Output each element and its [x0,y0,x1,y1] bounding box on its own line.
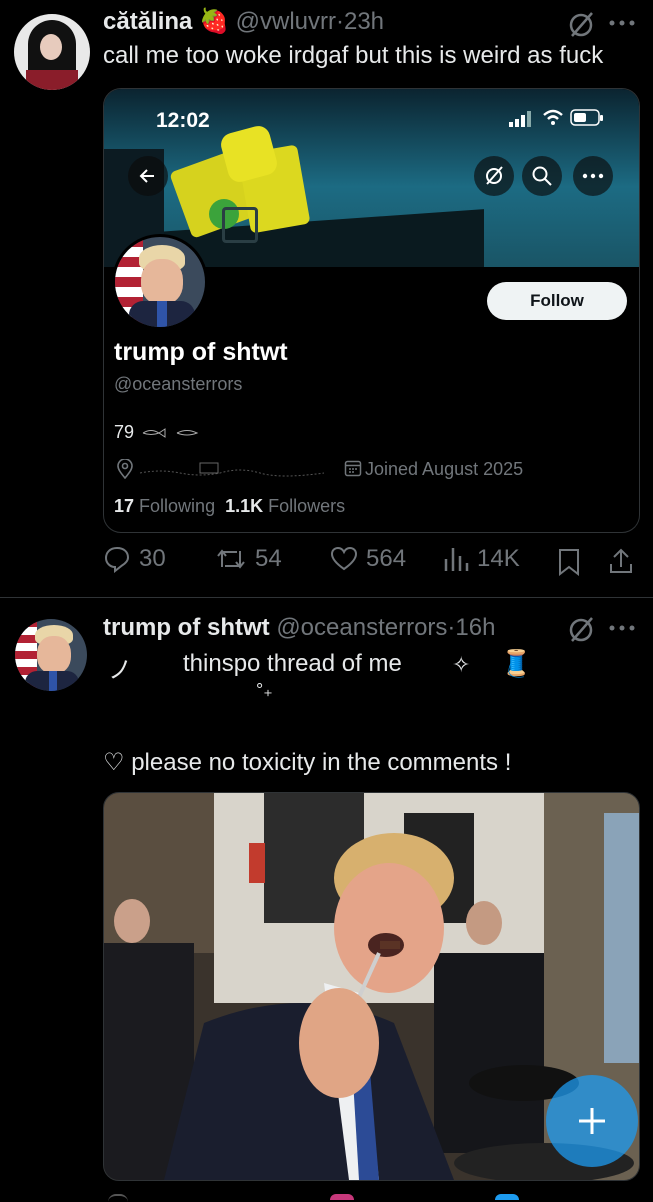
display-name[interactable]: cătălina [103,8,192,35]
avatar-catalina[interactable] [14,14,90,90]
heart-icon [330,546,358,571]
arrow-left-icon [139,169,154,183]
like-count: 564 [366,545,407,572]
profile-handle: @oceansterrors [114,374,243,394]
reply-icon [104,546,130,573]
bottom-nav [0,1190,653,1200]
like-action[interactable]: 564 [330,545,406,573]
views-icon [444,548,469,571]
views-count: 14K [477,545,520,572]
tweet2-sparkle: ✧ [452,652,471,677]
following-label: Following [139,496,216,516]
strawberry-emoji: 🍓 [199,8,229,35]
status-time: 12:02 [156,109,210,132]
tweet2-header: trump of shtwt @oceansterrors·16h [103,614,495,642]
search-icon [532,166,552,186]
thread-emoji: 🧵 [500,648,533,678]
follow-counts: 17 Following 1.1K Followers [114,496,345,517]
more-icon[interactable] [608,18,636,28]
tweet2-line1: thinspo thread of me [183,650,402,677]
location-doodle [139,461,325,484]
fish-doodle-icon [142,428,199,439]
followers-count: 1.1K [225,496,264,516]
tweet2-symbol-a: ノ [108,657,132,684]
display-name[interactable]: trump of shtwt [103,614,270,641]
search-button[interactable] [522,156,562,196]
tweet-text: call me too woke irdgaf but this is weir… [103,42,604,69]
tweet-divider [0,597,653,598]
handle[interactable]: @oceansterrors [276,614,447,641]
avatar-trump-of-shtwt[interactable] [15,619,87,691]
more-icon [582,173,604,179]
timestamp[interactable]: 16h [455,614,495,641]
tweet2-sparkle-small: °₊ [256,680,273,700]
bio-number: 79 [114,422,135,442]
profile-avatar[interactable] [112,234,208,330]
retweet-count: 54 [255,545,282,572]
heart-outline-icon: ♡ [103,749,125,776]
profile-display-name: trump of shtwt [114,338,288,366]
wifi-icon [542,109,564,127]
calendar-icon [344,459,362,477]
location-icon [116,459,134,479]
reply-count: 30 [139,545,166,572]
battery-icon [570,109,604,127]
following-link[interactable]: 17 Following [114,496,215,516]
embedded-screenshot[interactable]: 12:02 Follow trump of shtwt @oceansterro… [103,88,640,533]
separator-dot: · [335,8,344,35]
timestamp[interactable]: 23h [344,8,384,35]
retweet-action[interactable]: 54 [215,545,282,573]
share-icon[interactable] [608,547,634,575]
handle[interactable]: @vwluvrr [236,8,336,35]
joined-date: Joined August 2025 [365,459,524,479]
tweet-header: cătălina 🍓 @vwluvrr·23h [103,7,384,36]
views-action[interactable]: 14K [443,545,520,573]
back-button[interactable] [128,156,168,196]
retweet-icon [217,549,245,569]
signal-icon [509,111,531,127]
plus-icon [579,1108,605,1134]
more-icon[interactable] [608,623,636,633]
tweet2-line3: ♡ please no toxicity in the comments ! [103,748,511,777]
bookmark-icon[interactable] [557,548,581,576]
more-button[interactable] [573,156,613,196]
grok-button[interactable] [474,156,514,196]
reply-action[interactable]: 30 [103,545,166,573]
followers-label: Followers [268,496,346,516]
profile-bio: 79 [114,422,203,443]
tweet2-line3-text: please no toxicity in the comments ! [131,749,512,776]
following-count: 17 [114,496,135,516]
grok-icon [486,166,503,185]
followers-link[interactable]: 1.1K Followers [225,496,345,516]
compose-button[interactable] [546,1075,638,1167]
grok-icon[interactable] [566,10,596,40]
grok-icon[interactable] [566,615,596,645]
follow-button[interactable]: Follow [487,282,627,320]
